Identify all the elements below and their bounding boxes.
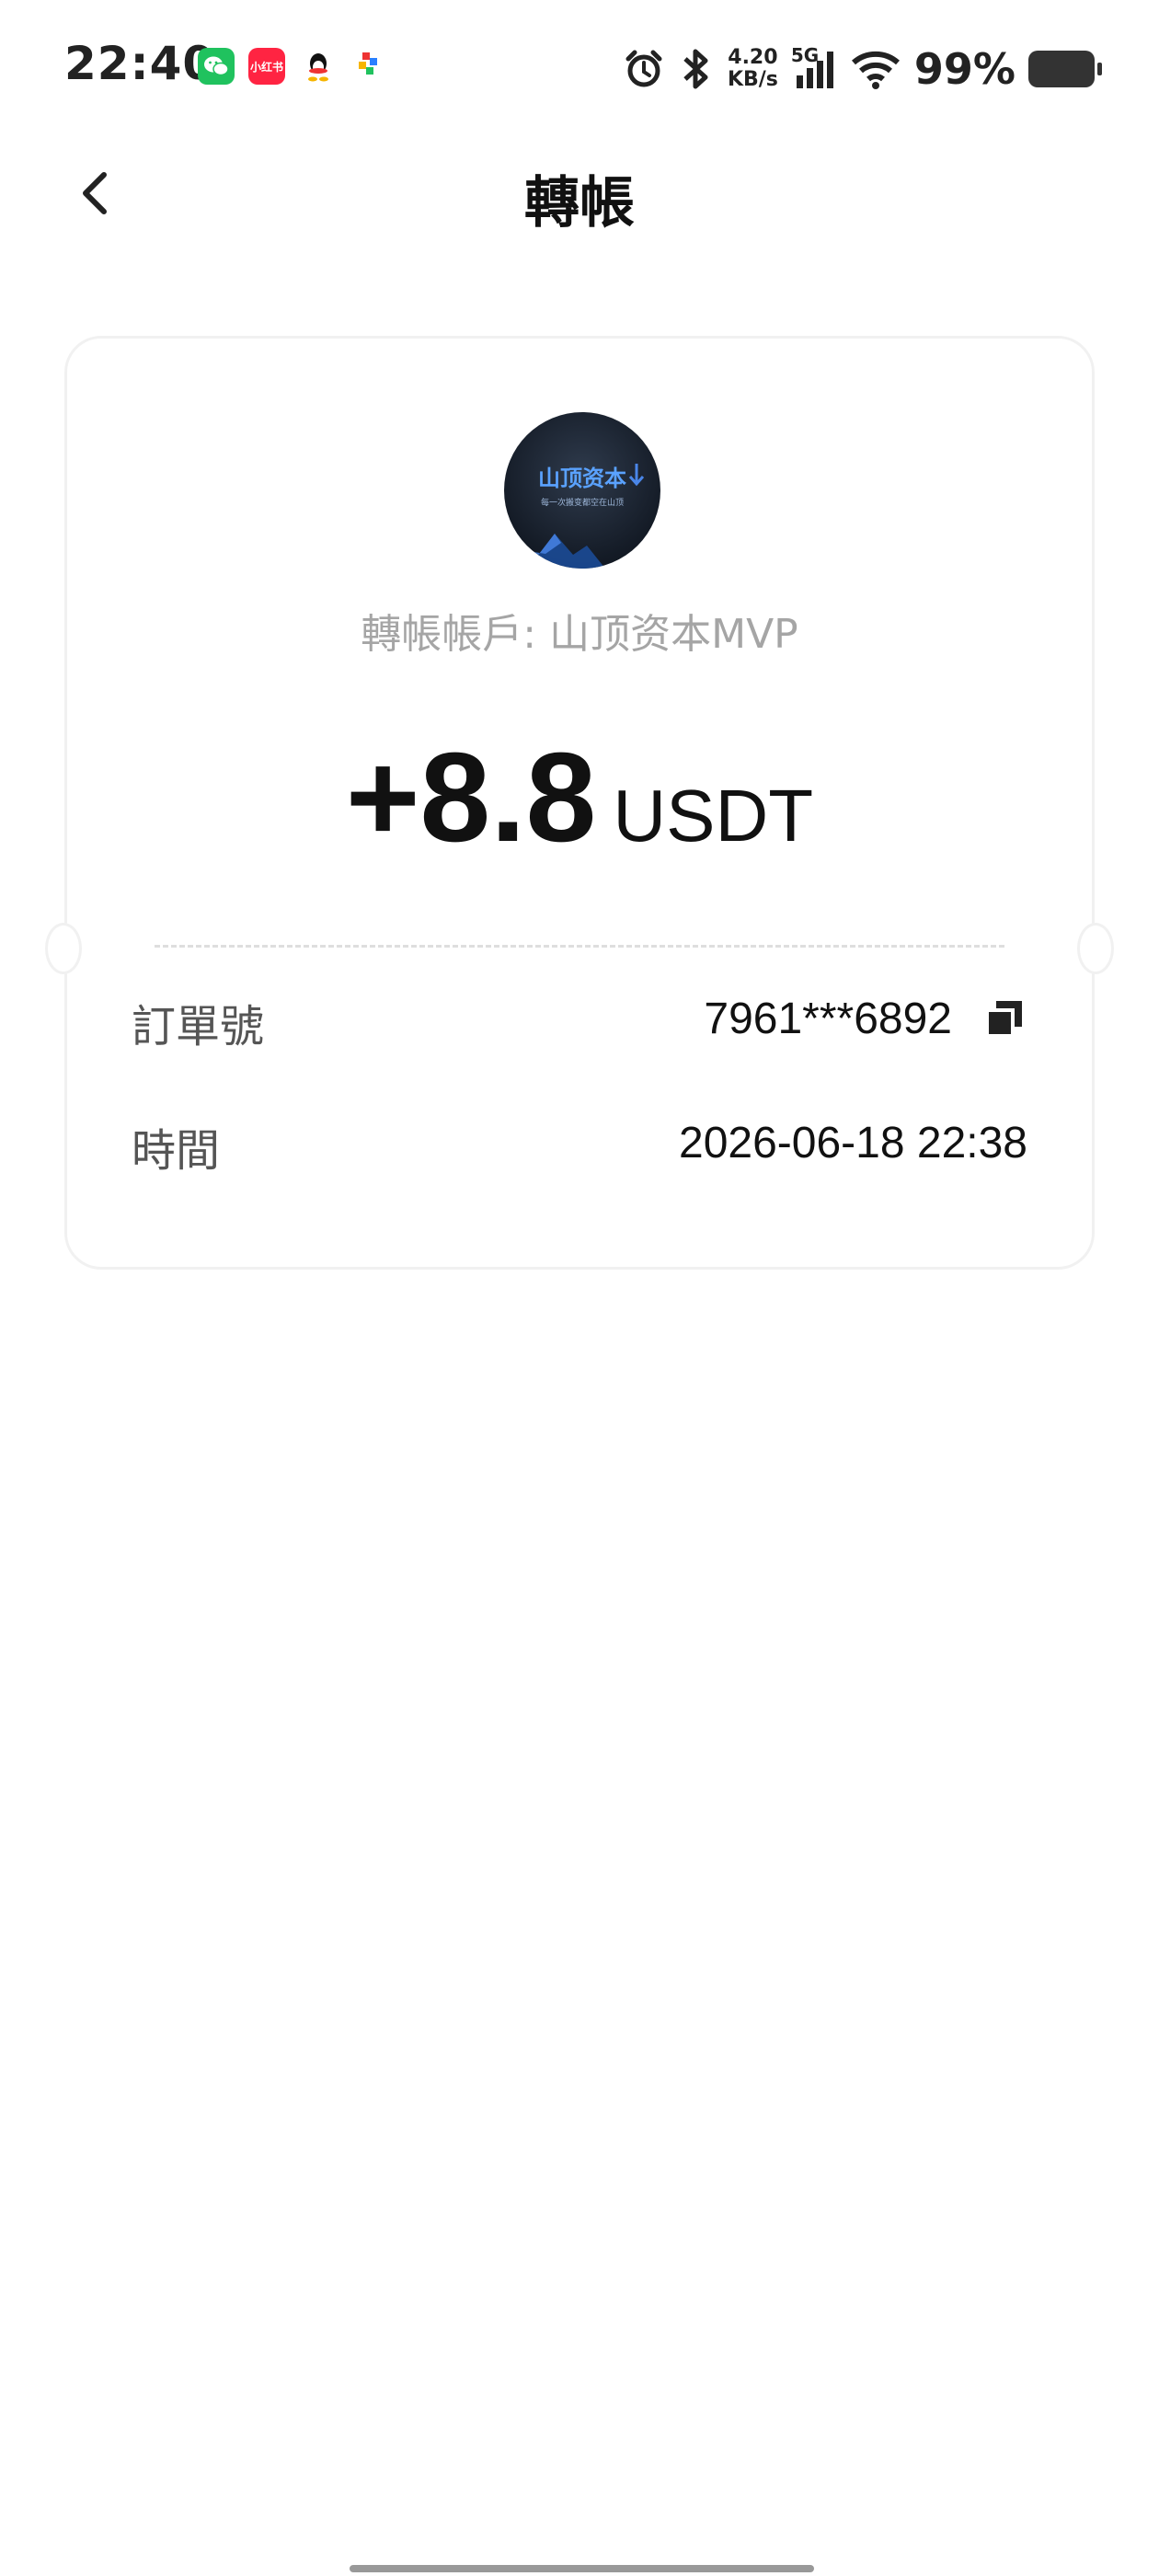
time-row: 時間 2026-06-18 22:38 — [132, 1107, 1027, 1180]
battery-icon — [1028, 51, 1102, 87]
system-status-icons: 4.20 KB/s 5G 99% — [623, 37, 1102, 101]
navigation-header: 轉帳 — [0, 138, 1159, 248]
xiaohongshu-icon: 小红书 — [248, 48, 285, 85]
page-title: 轉帳 — [524, 171, 635, 236]
time-label: 時間 — [132, 1125, 221, 1177]
order-number-value: 7961***6892 — [704, 995, 952, 1043]
order-number-row: 訂單號 7961***6892 — [132, 983, 1027, 1056]
card-notch-left — [45, 923, 82, 974]
signal-bars-icon — [796, 52, 833, 88]
avatar-brand-name: 山顶资本 — [538, 466, 626, 491]
transfer-amount: +8.8 USDT — [67, 725, 1092, 871]
pinwheel-icon — [350, 48, 386, 85]
copy-icon[interactable] — [983, 997, 1027, 1041]
status-time: 22:40 — [64, 37, 216, 90]
network-speed-unit: KB/s — [727, 68, 778, 91]
amount-value: +8.8 — [345, 727, 597, 868]
wechat-icon — [198, 48, 235, 85]
home-indicator[interactable] — [350, 2565, 814, 2572]
account-avatar: 山顶资本 每一次搬变都空在山顶 — [504, 412, 660, 569]
transfer-account-label: 轉帳帳戶: 山顶资本MVP — [361, 611, 798, 658]
battery-percent: 99% — [913, 44, 1016, 94]
cellular-signal: 5G — [791, 46, 837, 92]
down-arrow-icon — [628, 464, 645, 487]
amount-currency: USDT — [613, 775, 814, 857]
dashed-divider — [155, 945, 1004, 948]
wifi-icon — [851, 51, 900, 89]
avatar-tagline: 每一次搬变都空在山顶 — [540, 499, 624, 508]
order-number-label: 訂單號 — [132, 1001, 265, 1052]
transfer-receipt-card: 山顶资本 每一次搬变都空在山顶 轉帳帳戶: 山顶资本MVP +8.8 USDT 訂… — [45, 336, 1114, 1270]
qq-icon — [300, 48, 337, 85]
xiaohongshu-label: 小红书 — [249, 60, 283, 74]
mountain-logo-icon — [504, 534, 605, 569]
time-value: 2026-06-18 22:38 — [679, 1119, 1027, 1167]
network-speed: 4.20 KB/s — [728, 47, 778, 91]
status-bar: 22:40 小红书 4.20 KB/s 5G 99% — [0, 0, 1159, 138]
card-notch-right — [1077, 923, 1114, 974]
alarm-icon — [625, 50, 662, 87]
bluetooth-icon — [683, 49, 708, 89]
network-speed-value: 4.20 — [728, 46, 778, 69]
